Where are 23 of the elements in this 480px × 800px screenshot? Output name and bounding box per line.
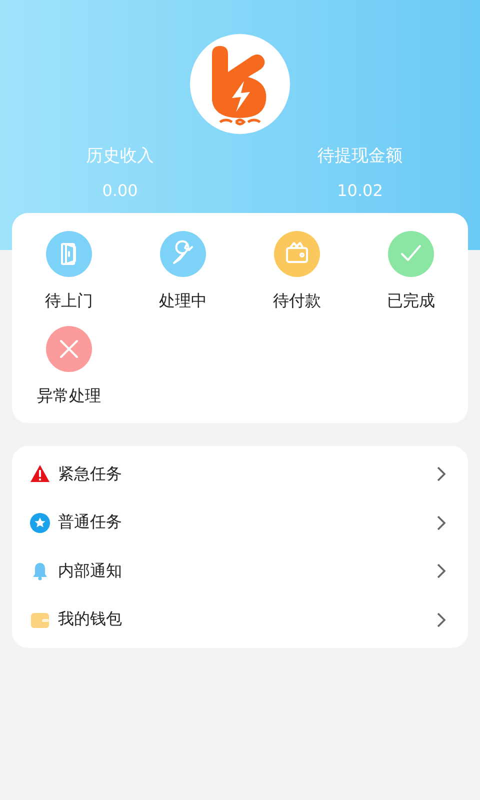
chevron-icon	[436, 612, 446, 628]
bell-icon	[30, 561, 50, 582]
door-icon[interactable]	[46, 231, 92, 277]
stat-value: 10.02	[337, 181, 383, 200]
stat-label: 历史收入	[86, 145, 154, 167]
status-label[interactable]: 待上门	[45, 291, 93, 312]
chevron-icon	[436, 466, 446, 482]
menu-item[interactable]: 紧急任务	[58, 464, 436, 485]
status-label[interactable]: 已完成	[387, 291, 435, 312]
cross-icon[interactable]	[46, 326, 92, 372]
menu-item[interactable]: 普通任务	[58, 512, 436, 534]
status-label[interactable]: 处理中	[159, 291, 207, 312]
menu-item[interactable]: 我的钱包	[58, 609, 436, 630]
status-label[interactable]: 异常处理	[37, 386, 101, 407]
status-label[interactable]: 待付款	[273, 291, 321, 312]
warning-icon	[30, 464, 50, 484]
stat-value: 0.00	[102, 181, 138, 200]
chevron-icon	[436, 514, 446, 531]
stat-label: 待提现金额	[318, 145, 402, 167]
menu-item[interactable]: 内部通知	[58, 560, 436, 582]
check-icon[interactable]	[388, 231, 434, 277]
wallet-icon[interactable]	[274, 231, 320, 277]
chevron-icon	[436, 563, 446, 580]
